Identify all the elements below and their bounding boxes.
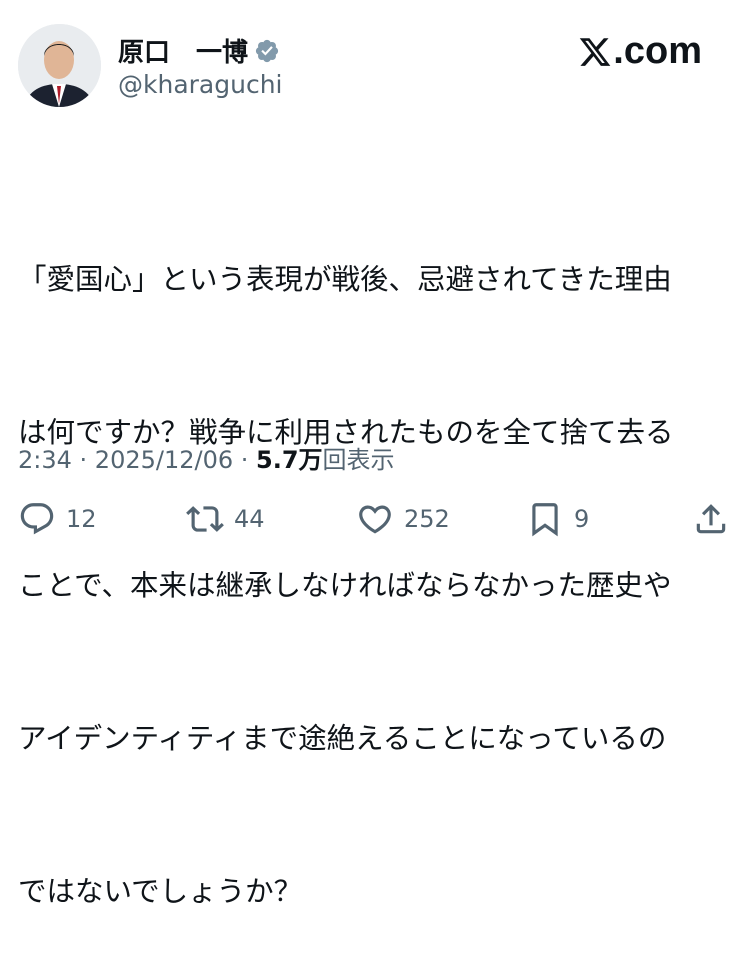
- tweet-date[interactable]: 2025/12/06: [95, 446, 233, 474]
- brand: .com: [578, 30, 702, 73]
- like-count: 252: [404, 505, 450, 533]
- brand-text: .com: [613, 30, 702, 72]
- tweet-line: 「愛国心」という表現が戦後、忌避されてきた理由: [18, 263, 672, 296]
- bookmark-count: 9: [574, 505, 590, 533]
- x-logo-icon: [580, 37, 611, 66]
- meta-separator: ·: [71, 446, 95, 474]
- share-button[interactable]: [692, 500, 730, 538]
- retweet-button[interactable]: 44: [186, 500, 265, 538]
- author-handle[interactable]: @kharaguchi: [118, 70, 283, 99]
- heart-icon: [359, 505, 391, 534]
- retweet-count: 44: [234, 505, 265, 533]
- author-name-row[interactable]: 原口 一博: [118, 32, 280, 69]
- tweet-meta: 2:34 · 2025/12/06 · 5.7万回表示: [18, 440, 395, 475]
- like-button[interactable]: 252: [356, 500, 450, 538]
- share-icon: [696, 504, 726, 534]
- tweet-line: ではないでしょうか？: [18, 875, 303, 908]
- views-label: 回表示: [322, 446, 395, 474]
- tweet-line: ことで、本来は継承しなければならなかった歴史や: [18, 569, 672, 602]
- avatar[interactable]: [18, 24, 101, 107]
- tweet-time[interactable]: 2:34: [18, 446, 72, 474]
- display-name[interactable]: 原口 一博: [118, 32, 248, 69]
- bookmark-button[interactable]: 9: [526, 500, 589, 538]
- views-count: 5.7万: [256, 446, 323, 474]
- reply-count: 12: [66, 505, 97, 533]
- tweet-line: アイデンティティまで途絶えることになっているの: [18, 722, 667, 755]
- bookmark-icon: [532, 503, 558, 537]
- action-bar: 12 44 252 9: [18, 500, 730, 546]
- retweet-icon: [186, 506, 224, 532]
- avatar-image: [18, 24, 101, 107]
- tweet-text: 「愛国心」という表現が戦後、忌避されてきた理由 は何ですか？戦争に利用されたもの…: [18, 152, 718, 968]
- reply-button[interactable]: 12: [18, 500, 97, 538]
- meta-separator: ·: [233, 446, 257, 474]
- reply-icon: [20, 503, 54, 535]
- verified-badge-icon: [255, 39, 279, 62]
